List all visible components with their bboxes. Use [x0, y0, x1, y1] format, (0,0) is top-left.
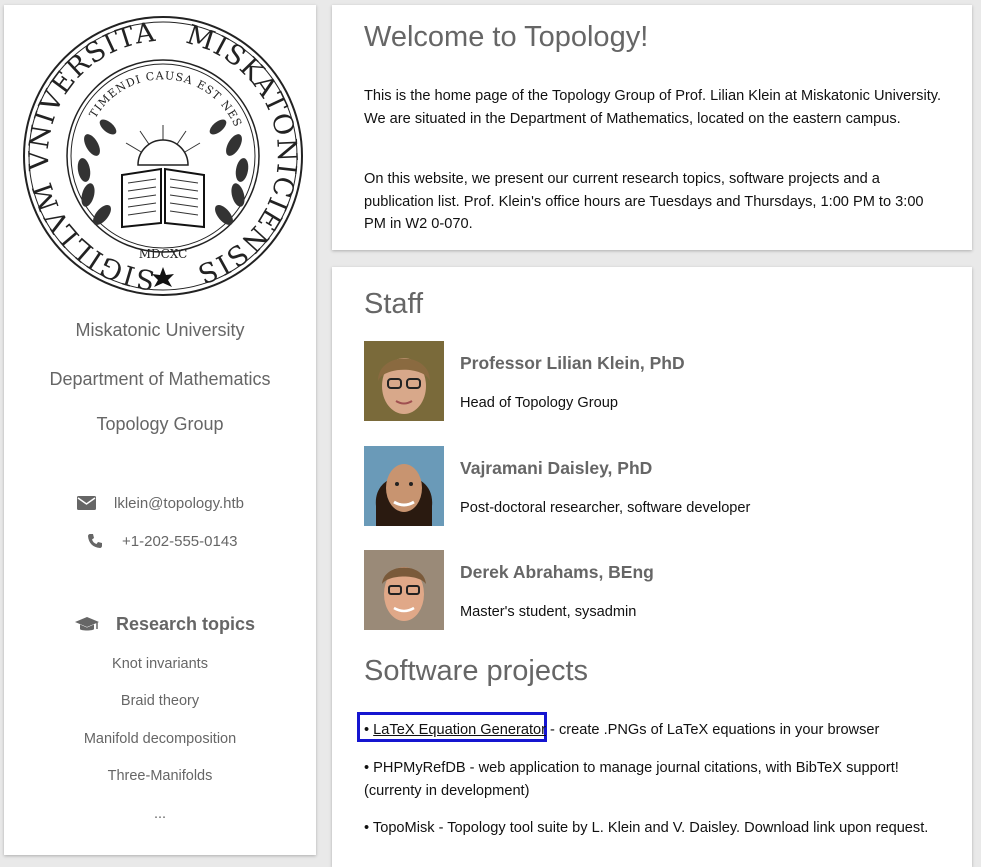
staff-software-card: Staff Professor Lilian Klein, PhD Head o… — [332, 267, 972, 867]
project-item: • TopoMisk - Topology tool suite by L. K… — [364, 817, 954, 840]
topic-braid-theory[interactable]: Braid theory — [4, 693, 316, 709]
topic-knot-invariants[interactable]: Knot invariants — [4, 656, 316, 672]
seal-year: MDCXC — [139, 247, 188, 261]
staff-member: Derek Abrahams, BEng Master's student, s… — [364, 550, 954, 630]
svg-text:MISKATONICIENSIS: MISKATONICIENSIS — [183, 19, 303, 289]
graduation-cap-icon — [74, 616, 100, 639]
welcome-card: Welcome to Topology! This is the home pa… — [332, 5, 972, 250]
staff-role: Head of Topology Group — [460, 395, 618, 411]
seal-ring-text-right: MISKATONICIENSIS — [183, 19, 302, 289]
project-item: • LaTeX Equation Generator - create .PNG… — [364, 719, 954, 742]
phone-number: +1-202-555-0143 — [122, 533, 238, 550]
staff-photo-avatar — [364, 446, 444, 526]
project-item: • PHPMyRefDB - web application to manage… — [364, 757, 954, 802]
welcome-intro-paragraph: This is the home page of the Topology Gr… — [364, 88, 942, 127]
svg-text:SIGILLVM VNIVERSITATIS: SIGILLVM VNIVERSITATIS — [22, 15, 157, 295]
research-topics-heading: Research topics — [4, 613, 316, 639]
sidebar: SIGILLVM VNIVERSITATIS MISKATONICIENSIS … — [4, 0, 316, 855]
staff-name: Vajramani Daisley, PhD — [460, 458, 653, 478]
email-address: lklein@topology.htb — [114, 495, 245, 512]
bullet: • — [364, 722, 374, 738]
phone-icon — [87, 533, 103, 553]
staff-name: Professor Lilian Klein, PhD — [460, 353, 685, 373]
project-description: TopoMisk - Topology tool suite by L. Kle… — [372, 820, 929, 836]
topic-three-manifolds[interactable]: Three-Manifolds — [4, 768, 316, 784]
university-name: Miskatonic University — [75, 320, 245, 340]
department-name: Department of Mathematics — [49, 369, 271, 389]
staff-title: Staff — [364, 288, 424, 320]
staff-member: Professor Lilian Klein, PhD Head of Topo… — [364, 341, 954, 421]
staff-photo-avatar — [364, 550, 444, 630]
university-seal-logo: SIGILLVM VNIVERSITATIS MISKATONICIENSIS … — [12, 0, 304, 297]
bullet: • — [364, 820, 373, 836]
phone-contact: +1-202-555-0143 — [4, 532, 316, 552]
latex-equation-generator-link[interactable]: LaTeX Equation Generator — [373, 722, 546, 738]
envelope-icon — [77, 495, 96, 515]
staff-name: Derek Abrahams, BEng — [460, 562, 654, 582]
staff-role: Post-doctoral researcher, software devel… — [460, 500, 751, 516]
topic-manifold-decomposition[interactable]: Manifold decomposition — [4, 731, 316, 747]
project-description: - create .PNGs of LaTeX equations in you… — [545, 722, 880, 738]
software-projects-title: Software projects — [364, 655, 589, 687]
project-description: PHPMyRefDB - web application to manage j… — [364, 760, 899, 799]
group-name: Topology Group — [96, 414, 224, 434]
email-contact: lklein@topology.htb — [4, 494, 316, 514]
staff-photo-avatar — [364, 341, 444, 421]
welcome-info-paragraph: On this website, we present our current … — [364, 171, 924, 232]
topic-more[interactable]: ... — [4, 806, 316, 822]
bullet: • — [364, 760, 374, 776]
welcome-title: Welcome to Topology! — [364, 21, 649, 53]
seal-ring-text-left: SIGILLVM VNIVERSITATIS — [12, 0, 156, 295]
staff-member: Vajramani Daisley, PhD Post-doctoral res… — [364, 446, 954, 526]
research-topics-label: Research topics — [116, 614, 256, 634]
staff-role: Master's student, sysadmin — [460, 604, 637, 620]
